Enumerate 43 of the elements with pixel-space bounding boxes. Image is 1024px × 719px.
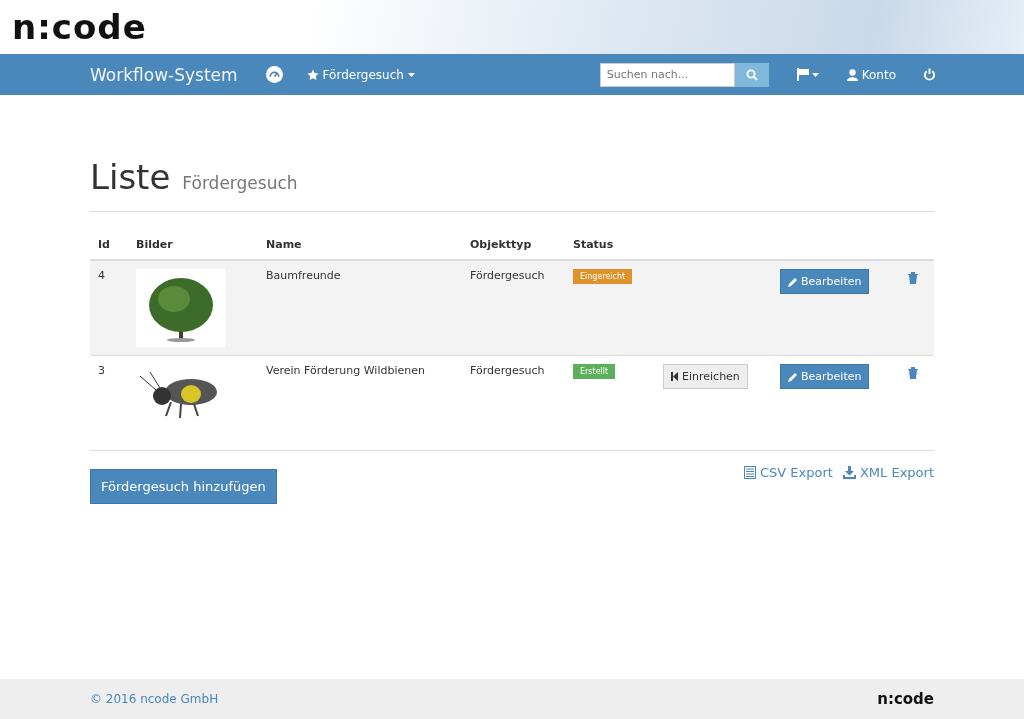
table-cell: Fördergesuch — [470, 364, 545, 377]
trash-icon[interactable] — [908, 367, 918, 379]
column-header: Name — [266, 238, 302, 251]
favorites-menu[interactable]: Fördergesuch — [306, 67, 415, 82]
download-icon — [842, 466, 856, 479]
table-cell: 4 — [98, 269, 105, 282]
table-cell: 3 — [98, 364, 105, 377]
caret-icon — [407, 72, 415, 77]
account-link[interactable]: Konto — [846, 67, 896, 82]
status-badge: Eingereicht — [573, 269, 633, 284]
trash-icon[interactable] — [908, 272, 918, 284]
table-cell: Fördergesuch — [470, 269, 545, 282]
brand-link[interactable]: Workflow-System — [90, 64, 238, 85]
edit-button[interactable]: Bearbeiten — [780, 364, 870, 389]
edit-button[interactable]: Bearbeiten — [780, 269, 870, 294]
pencil-icon — [788, 371, 798, 382]
search-icon — [745, 68, 758, 81]
pencil-icon — [788, 276, 798, 287]
table-cell: Baumfreunde — [266, 269, 341, 282]
add-button[interactable]: Fördergesuch hinzufügen — [90, 469, 277, 504]
footer-logo: n:code — [877, 690, 934, 708]
page-title: Liste — [90, 157, 171, 197]
column-header: Bilder — [136, 238, 173, 251]
table-cell: Verein Förderung Wildbienen — [266, 364, 425, 377]
submit-button[interactable]: Einreichen — [663, 364, 748, 389]
search-field[interactable]: Suchen nach... — [599, 62, 735, 87]
export-link[interactable]: XML Export — [842, 465, 934, 480]
star-icon — [306, 68, 319, 81]
search-button[interactable] — [734, 62, 769, 87]
dashboard-icon[interactable] — [265, 66, 283, 83]
column-header: Objekttyp — [470, 238, 532, 251]
column-header: Status — [573, 238, 614, 251]
column-header: Id — [98, 238, 110, 251]
skip-icon — [671, 372, 679, 381]
page-subtitle: Fördergesuch — [182, 173, 298, 193]
flag-dropdown-icon[interactable] — [796, 68, 819, 81]
user-icon — [846, 68, 858, 81]
status-badge: Erstellt — [573, 364, 616, 379]
power-icon[interactable] — [923, 68, 936, 81]
export-link[interactable]: CSV Export — [744, 465, 833, 480]
list-icon — [744, 466, 756, 479]
ncode-logo: n:code — [12, 7, 147, 47]
copyright-text: © 2016 ncode GmbH — [90, 692, 219, 706]
